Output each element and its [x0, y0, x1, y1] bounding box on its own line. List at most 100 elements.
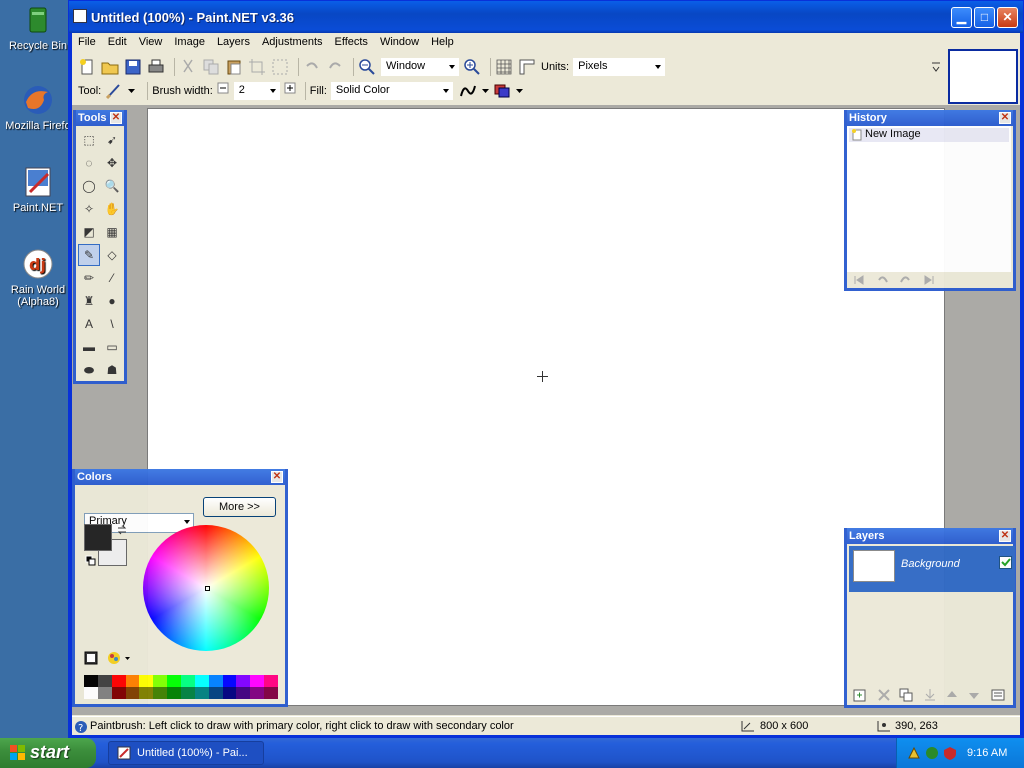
tools-palette-header[interactable]: Tools ✕ — [76, 110, 124, 126]
magic-wand-icon[interactable]: ✧ — [78, 198, 100, 220]
menu-help[interactable]: Help — [425, 33, 460, 53]
close-icon[interactable]: ✕ — [999, 530, 1011, 542]
crop-icon[interactable] — [248, 58, 266, 76]
ruler-icon[interactable] — [518, 58, 536, 76]
chevron-down-icon[interactable] — [515, 85, 523, 97]
title-bar[interactable]: Untitled (100%) - Paint.NET v3.36 ▁ □ ✕ — [69, 1, 1023, 33]
move-layer-up-icon[interactable] — [945, 688, 959, 705]
palette-menu-icon[interactable] — [107, 651, 131, 668]
chevron-down-icon[interactable] — [128, 85, 136, 97]
menu-edit[interactable]: Edit — [102, 33, 133, 53]
fill-combo[interactable]: Solid Color — [330, 82, 453, 100]
ellipse-select-icon[interactable]: ◯ — [78, 175, 100, 197]
layer-visibility-checkbox[interactable] — [999, 556, 1012, 569]
recolor-icon[interactable]: ● — [101, 290, 123, 312]
color-picker-icon[interactable]: ⁄ — [101, 267, 123, 289]
zoom-icon[interactable]: 🔍 — [101, 175, 123, 197]
menu-effects[interactable]: Effects — [329, 33, 374, 53]
copy-icon[interactable] — [202, 58, 220, 76]
duplicate-layer-icon[interactable] — [899, 688, 913, 705]
palette-swatch[interactable] — [222, 687, 237, 699]
history-item[interactable]: New Image — [849, 128, 1009, 142]
brush-width-combo[interactable]: 2 — [233, 82, 280, 100]
taskbar-item-paintnet[interactable]: Untitled (100%) - Pai... — [108, 741, 264, 765]
move-selection-icon[interactable]: ➹ — [101, 129, 123, 151]
menu-adjustments[interactable]: Adjustments — [256, 33, 329, 53]
units-combo[interactable]: Pixels — [573, 58, 666, 76]
palette-swatch[interactable] — [153, 687, 168, 699]
save-icon[interactable] — [124, 58, 142, 76]
menu-view[interactable]: View — [133, 33, 169, 53]
palette-swatch[interactable] — [222, 675, 237, 687]
tray-security-icon[interactable] — [943, 746, 957, 763]
paintbrush-icon[interactable] — [105, 82, 123, 100]
palette-swatch[interactable] — [236, 675, 251, 687]
add-to-palette-icon[interactable] — [84, 651, 98, 668]
rewind-icon[interactable] — [853, 274, 865, 289]
close-icon[interactable]: ✕ — [110, 112, 122, 124]
layer-properties-icon[interactable] — [991, 688, 1005, 705]
menu-layers[interactable]: Layers — [211, 33, 256, 53]
new-file-icon[interactable] — [78, 58, 96, 76]
palette-swatch[interactable] — [250, 687, 265, 699]
minimize-button[interactable]: ▁ — [951, 7, 972, 28]
paste-icon[interactable] — [225, 58, 243, 76]
menu-window[interactable]: Window — [374, 33, 425, 53]
desktop-icon-paintnet[interactable]: Paint.NET — [2, 166, 74, 214]
merge-layer-down-icon[interactable] — [923, 688, 937, 705]
print-icon[interactable] — [147, 58, 165, 76]
palette-swatch[interactable] — [167, 687, 181, 699]
history-palette-header[interactable]: History ✕ — [847, 110, 1013, 126]
undo-icon[interactable] — [877, 274, 889, 289]
cut-icon[interactable] — [179, 58, 197, 76]
image-thumbnail[interactable] — [948, 49, 1018, 104]
menu-image[interactable]: Image — [168, 33, 211, 53]
palette-swatch[interactable] — [208, 675, 223, 687]
primary-color-swatch[interactable] — [84, 524, 112, 551]
swap-colors-icon[interactable] — [117, 525, 127, 538]
rectangle-select-icon[interactable]: ⬚ — [78, 129, 100, 151]
line-curve-icon[interactable]: \ — [101, 313, 123, 335]
redo-icon[interactable] — [899, 274, 911, 289]
tray-network-icon[interactable] — [907, 746, 921, 763]
rectangle-icon[interactable]: ▬ — [78, 336, 100, 358]
palette-swatch[interactable] — [180, 687, 195, 699]
desktop-icon-firefox[interactable]: Mozilla Firefo — [2, 84, 74, 132]
open-folder-icon[interactable] — [101, 58, 119, 76]
palette-swatch[interactable] — [167, 675, 181, 687]
palette-swatch[interactable] — [180, 675, 195, 687]
ellipse-icon[interactable]: ⬬ — [78, 359, 100, 381]
blend-mode-icon[interactable] — [493, 82, 511, 100]
palette-swatch[interactable] — [125, 687, 140, 699]
layer-row[interactable]: Background — [849, 546, 1015, 592]
desktop-icon-rain-world[interactable]: dj Rain World (Alpha8) — [2, 248, 74, 308]
palette-swatch[interactable] — [194, 687, 209, 699]
start-button[interactable]: start — [0, 738, 96, 768]
move-selected-icon[interactable]: ✥ — [101, 152, 123, 174]
palette-swatch[interactable] — [153, 675, 168, 687]
pencil-icon[interactable]: ✏ — [78, 267, 100, 289]
palette-swatch[interactable] — [97, 687, 112, 699]
zoom-in-icon[interactable] — [463, 58, 481, 76]
palette-swatch[interactable] — [250, 675, 265, 687]
zoom-combo[interactable]: Window — [381, 58, 459, 76]
close-icon[interactable]: ✕ — [999, 112, 1011, 124]
palette-swatch[interactable] — [194, 675, 209, 687]
lasso-select-icon[interactable]: ◌ — [78, 152, 100, 174]
palette-swatch[interactable] — [111, 687, 126, 699]
palette-swatch[interactable] — [111, 675, 126, 687]
delete-layer-icon[interactable] — [877, 688, 891, 705]
freeform-shape-icon[interactable]: ☗ — [101, 359, 123, 381]
palette-swatch[interactable] — [264, 687, 278, 699]
paintbrush-icon[interactable]: ✎ — [78, 244, 100, 266]
gradient-icon[interactable]: ▦ — [101, 221, 123, 243]
eraser-icon[interactable]: ◇ — [101, 244, 123, 266]
clone-stamp-icon[interactable]: ♜ — [78, 290, 100, 312]
palette-swatch[interactable] — [264, 675, 278, 687]
redo-icon[interactable] — [326, 58, 344, 76]
colors-palette-header[interactable]: Colors ✕ — [75, 469, 285, 485]
palette-swatch[interactable] — [84, 675, 98, 687]
undo-icon[interactable] — [303, 58, 321, 76]
palette-swatch[interactable] — [208, 687, 223, 699]
palette-swatch[interactable] — [84, 687, 98, 699]
